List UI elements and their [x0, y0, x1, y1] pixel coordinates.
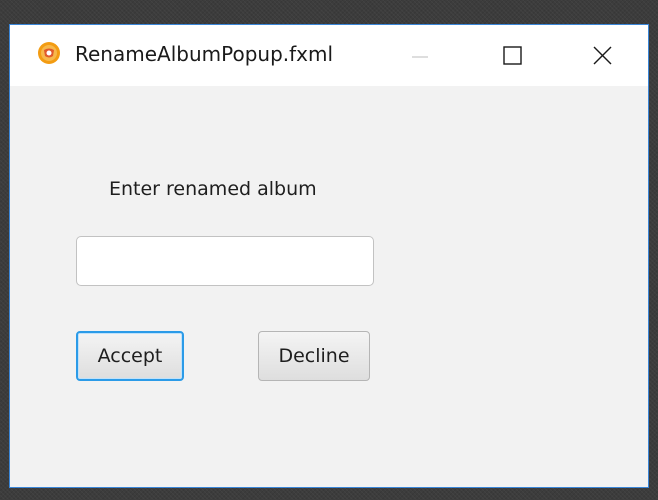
java-app-icon [37, 41, 61, 65]
rename-album-window: RenameAlbumPopup.fxml Enter renamed albu… [9, 24, 649, 488]
decline-button[interactable]: Decline [258, 331, 370, 381]
dialog-content: Enter renamed album Accept Decline [10, 86, 648, 487]
title-bar[interactable]: RenameAlbumPopup.fxml [10, 25, 648, 86]
minimize-icon [412, 56, 428, 58]
album-name-input[interactable] [76, 236, 374, 286]
accept-button[interactable]: Accept [76, 331, 184, 381]
close-button[interactable] [556, 25, 648, 86]
window-title: RenameAlbumPopup.fxml [75, 42, 334, 66]
maximize-button[interactable] [464, 25, 556, 86]
minimize-button[interactable] [372, 25, 464, 86]
maximize-icon [503, 46, 522, 65]
prompt-label: Enter renamed album [109, 178, 317, 200]
close-icon [593, 46, 612, 65]
